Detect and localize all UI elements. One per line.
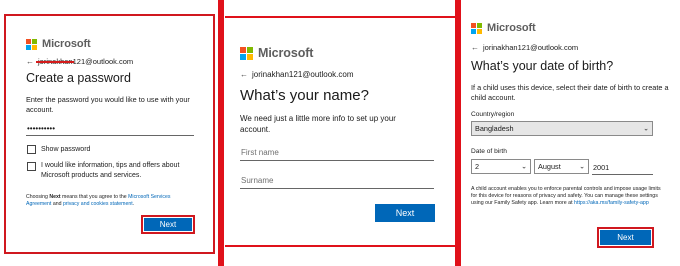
account-email: jorinakhan121@outlook.com <box>483 43 579 52</box>
page-description: Enter the password you would like to use… <box>26 95 190 114</box>
back-email-row[interactable]: ← jorinakhan121@outlook.com <box>471 43 578 52</box>
surname-input[interactable]: Surname <box>241 176 273 185</box>
year-input[interactable]: 2001 <box>593 163 609 172</box>
child-account-note: A child account enables you to enforce p… <box>471 186 661 206</box>
microsoft-logo: Microsoft <box>471 22 536 34</box>
divider-right <box>455 0 461 266</box>
next-button[interactable]: Next <box>600 230 651 245</box>
microsoft-logo: Microsoft <box>240 46 313 60</box>
microsoft-logo-icon <box>26 38 37 50</box>
back-email-row[interactable]: ← jorinakhan121@outlook.com <box>240 70 354 79</box>
top-border <box>225 16 455 18</box>
surname-underline <box>240 188 434 189</box>
country-label: Country/region <box>471 111 515 118</box>
back-arrow-icon[interactable]: ← <box>26 57 34 66</box>
day-select[interactable]: 2 ⌄ <box>471 159 531 174</box>
divider-left <box>218 0 224 266</box>
month-select[interactable]: August ⌄ <box>534 159 589 174</box>
back-arrow-icon[interactable]: ← <box>471 43 479 52</box>
chevron-down-icon: ⌄ <box>521 163 527 171</box>
show-password-checkbox[interactable] <box>27 145 36 154</box>
next-button[interactable]: Next <box>375 204 435 222</box>
next-button[interactable]: Next <box>144 218 192 231</box>
back-arrow-icon[interactable]: ← <box>240 70 248 79</box>
password-underline <box>26 135 194 136</box>
password-input[interactable]: •••••••••• <box>27 124 55 133</box>
date-of-birth-label: Date of birth <box>471 148 507 155</box>
first-name-input[interactable]: First name <box>241 148 279 157</box>
chevron-down-icon: ⌄ <box>579 163 585 171</box>
page-title: What’s your name? <box>240 87 369 104</box>
page-title: What’s your date of birth? <box>471 59 614 73</box>
microsoft-logo-icon <box>240 46 253 60</box>
legal-text: Choosing Next means that you agree to th… <box>26 194 171 207</box>
name-panel: Microsoft ← jorinakhan121@outlook.com Wh… <box>225 0 455 266</box>
family-safety-link[interactable]: https://aka.ms/family-safety-app <box>574 200 649 206</box>
bottom-border <box>225 245 455 247</box>
first-name-underline <box>240 160 434 161</box>
date-of-birth-panel: Microsoft ← jorinakhan121@outlook.com Wh… <box>462 0 680 266</box>
microsoft-logo: Microsoft <box>26 38 91 50</box>
create-password-panel: Microsoft ← jorinakhan121@outlook.com Cr… <box>0 0 218 266</box>
year-underline <box>592 174 653 175</box>
microsoft-logo-icon <box>471 22 482 34</box>
show-password-label: Show password <box>41 146 91 153</box>
redaction-mark <box>36 61 74 63</box>
account-email: jorinakhan121@outlook.com <box>252 70 354 79</box>
promo-opt-in-checkbox[interactable] <box>27 162 36 171</box>
page-description: If a child uses this device, select thei… <box>471 83 669 102</box>
privacy-statement-link[interactable]: privacy and cookies statement <box>63 201 133 207</box>
page-description: We need just a little more info to set u… <box>240 114 396 134</box>
page-title: Create a password <box>26 71 131 85</box>
chevron-down-icon: ⌄ <box>643 125 649 133</box>
country-select[interactable]: Bangladesh ⌄ <box>471 121 653 136</box>
promo-opt-in-label: I would like information, tips and offer… <box>41 162 180 179</box>
